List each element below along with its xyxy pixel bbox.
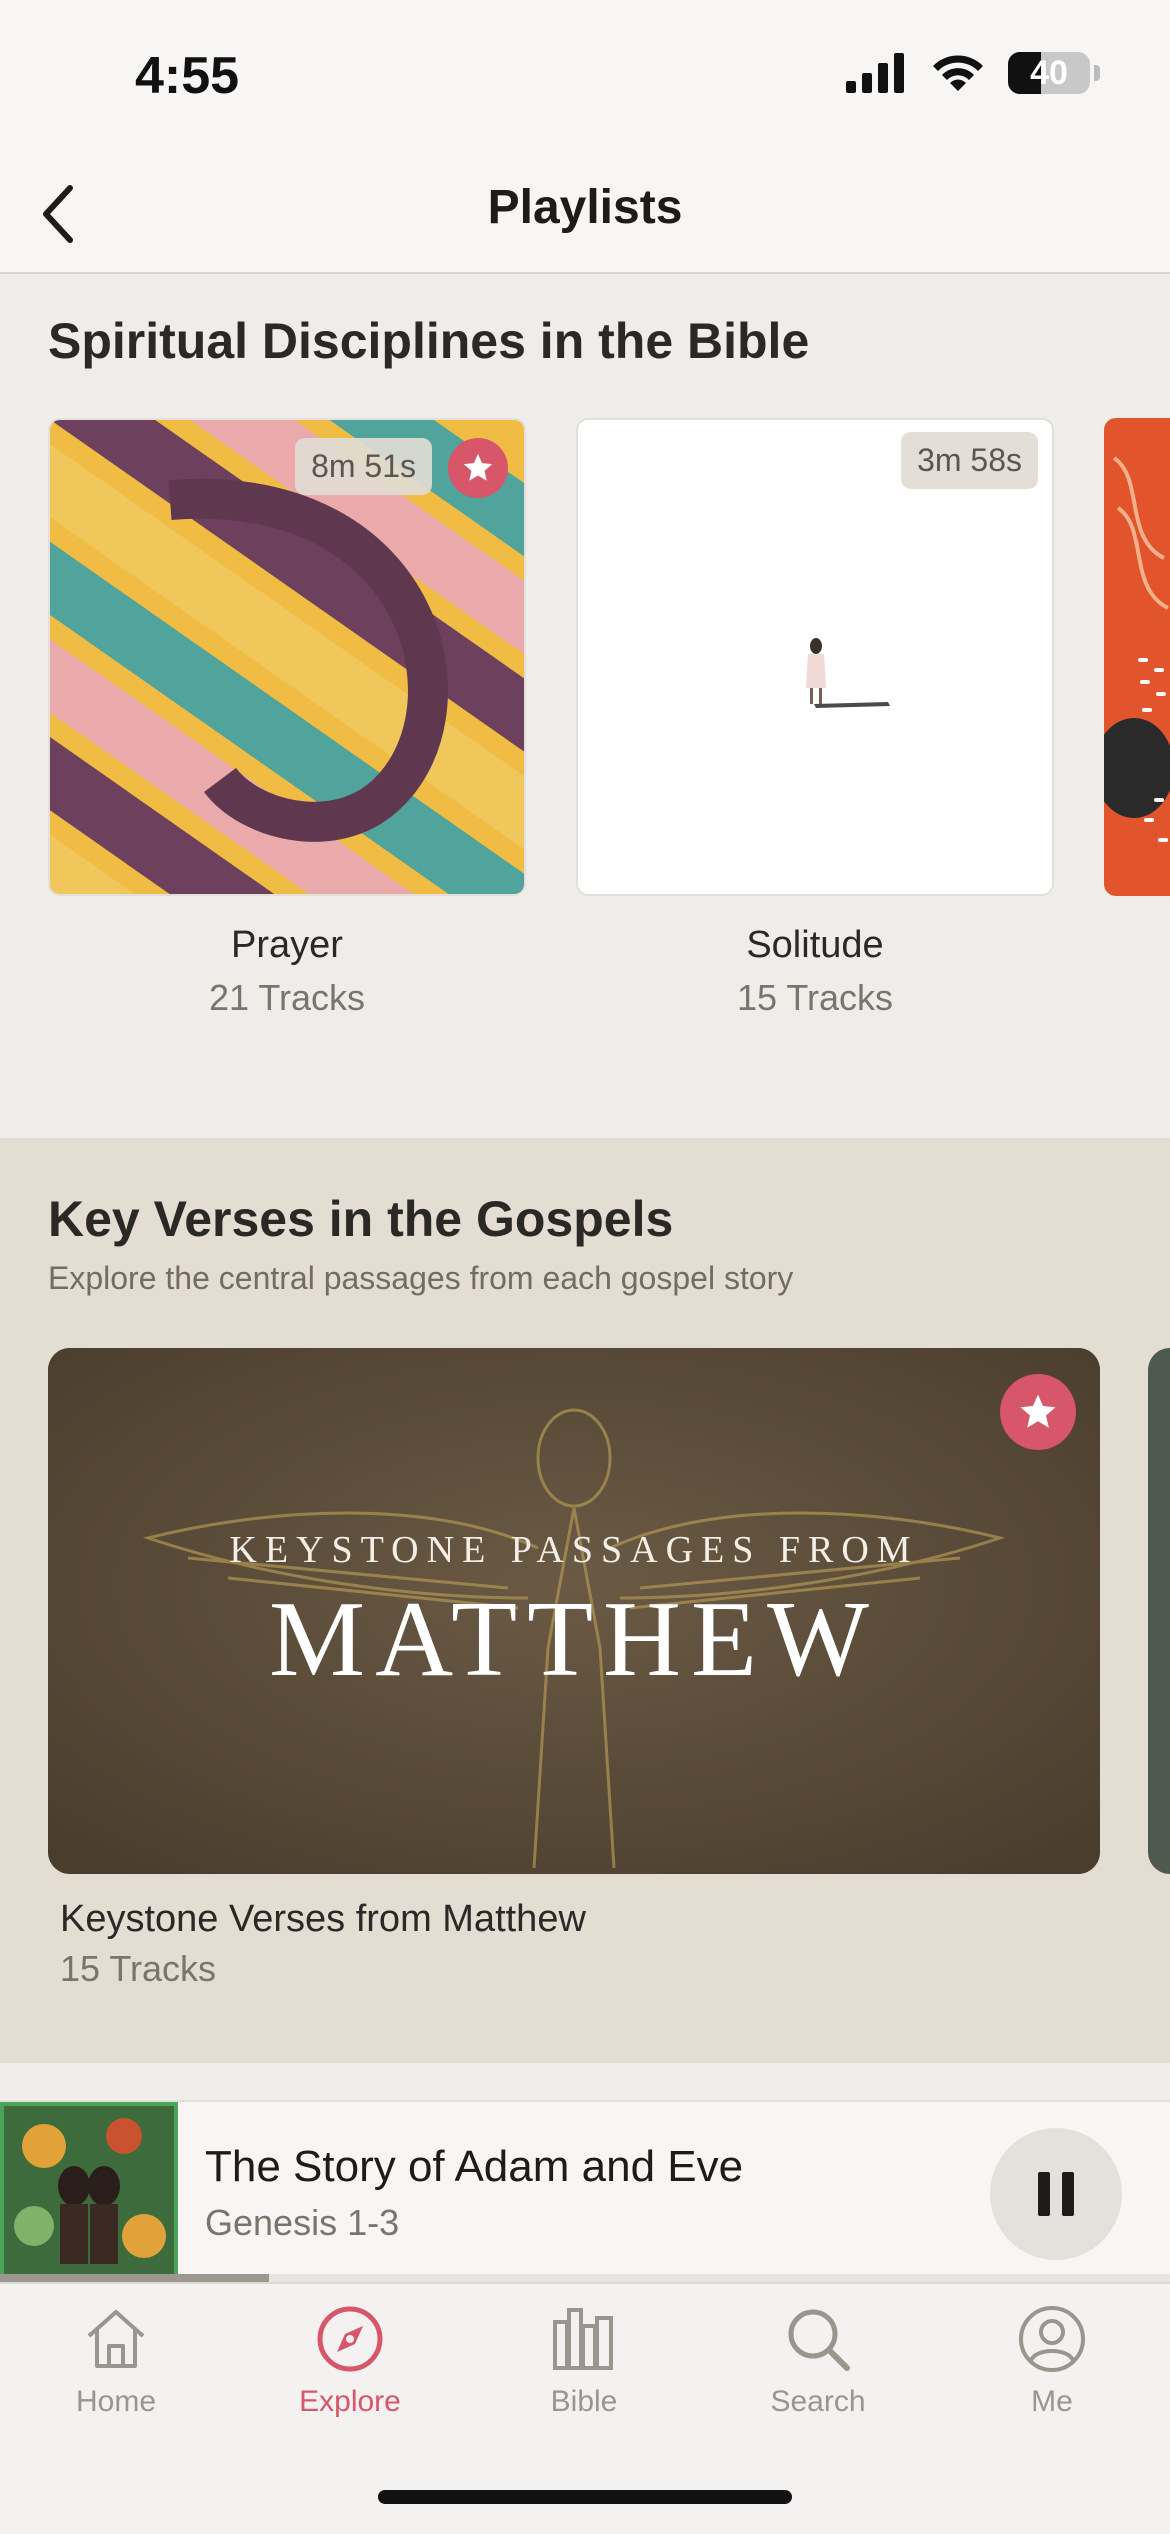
section-title: Key Verses in the Gospels [48, 1191, 674, 1247]
mini-player[interactable]: The Story of Adam and Eve Genesis 1-3 [0, 2100, 1170, 2284]
status-bar: 4:55 40 [0, 0, 1170, 160]
playlist-title: Prayer [231, 924, 343, 966]
tab-label: Me [1031, 2385, 1073, 2418]
playlist-card-peek[interactable] [1104, 418, 1170, 896]
tab-label: Home [75, 2385, 157, 2418]
favorite-star-icon[interactable] [448, 438, 508, 498]
cellular-signal-icon [846, 53, 904, 93]
duration-badge: 8m 51s [295, 438, 432, 495]
home-indicator [378, 2490, 792, 2504]
home-icon [87, 2310, 145, 2368]
battery-level: 40 [1030, 53, 1068, 92]
artwork-heading: MATTHEW [269, 1580, 879, 1699]
page-title: Playlists [487, 181, 683, 234]
section-subtitle: Explore the central passages from each g… [48, 1260, 794, 1296]
now-playing-title: The Story of Adam and Eve [205, 2142, 744, 2191]
tab-bible[interactable]: Bible [484, 2304, 684, 2419]
tab-search[interactable]: Search [718, 2304, 918, 2419]
status-time: 4:55 [135, 47, 240, 105]
tab-me[interactable]: Me [952, 2304, 1152, 2419]
tab-explore[interactable]: Explore [250, 2304, 450, 2419]
playlist-title: Keystone Verses from Matthew [60, 1898, 586, 1940]
bible-shelf-icon [553, 2308, 613, 2370]
tab-label: Explore [299, 2385, 401, 2418]
playlist-card-solitude[interactable]: 3m 58s Solitude 15 Tracks [576, 418, 1054, 1019]
status-icons: 40 [846, 52, 1100, 94]
tab-label: Search [770, 2385, 866, 2418]
playlist-track-count: 15 Tracks [736, 977, 894, 1018]
compass-icon [317, 2306, 383, 2372]
playlist-track-count: 21 Tracks [208, 977, 366, 1018]
playlist-artwork: 8m 51s [48, 418, 526, 896]
playlist-track-count: 15 Tracks [60, 1948, 217, 1989]
search-icon [788, 2309, 850, 2371]
section-key-verses: Key Verses in the Gospels Explore the ce… [0, 1138, 1170, 2063]
wifi-icon [933, 55, 983, 91]
artwork-caption: KEYSTONE PASSAGES FROM [229, 1529, 919, 1571]
pause-button[interactable] [990, 2128, 1122, 2260]
now-playing-artwork [0, 2102, 178, 2280]
profile-icon [1019, 2306, 1085, 2372]
playlist-artwork: 3m 58s [576, 418, 1054, 896]
navigation-bar: Playlists [0, 160, 1170, 274]
playlist-title: Solitude [746, 924, 884, 966]
section-spiritual-disciplines: Spiritual Disciplines in the Bible 8m 51… [0, 274, 1170, 1138]
battery-icon: 40 [1008, 52, 1090, 94]
pause-icon [1038, 2172, 1050, 2216]
tab-home[interactable]: Home [16, 2304, 216, 2419]
playlist-card-matthew-artwork[interactable]: KEYSTONE PASSAGES FROM MATTHEW [48, 1348, 1100, 1874]
tab-label: Bible [550, 2385, 618, 2418]
now-playing-subtitle: Genesis 1-3 [205, 2202, 400, 2243]
section-title: Spiritual Disciplines in the Bible [48, 313, 810, 369]
duration-badge: 3m 58s [901, 432, 1038, 489]
playlist-card-prayer[interactable]: 8m 51s Prayer 21 Tracks [48, 418, 526, 1019]
playlist-card-peek[interactable] [1148, 1348, 1170, 1874]
favorite-star-icon[interactable] [1000, 1374, 1076, 1450]
